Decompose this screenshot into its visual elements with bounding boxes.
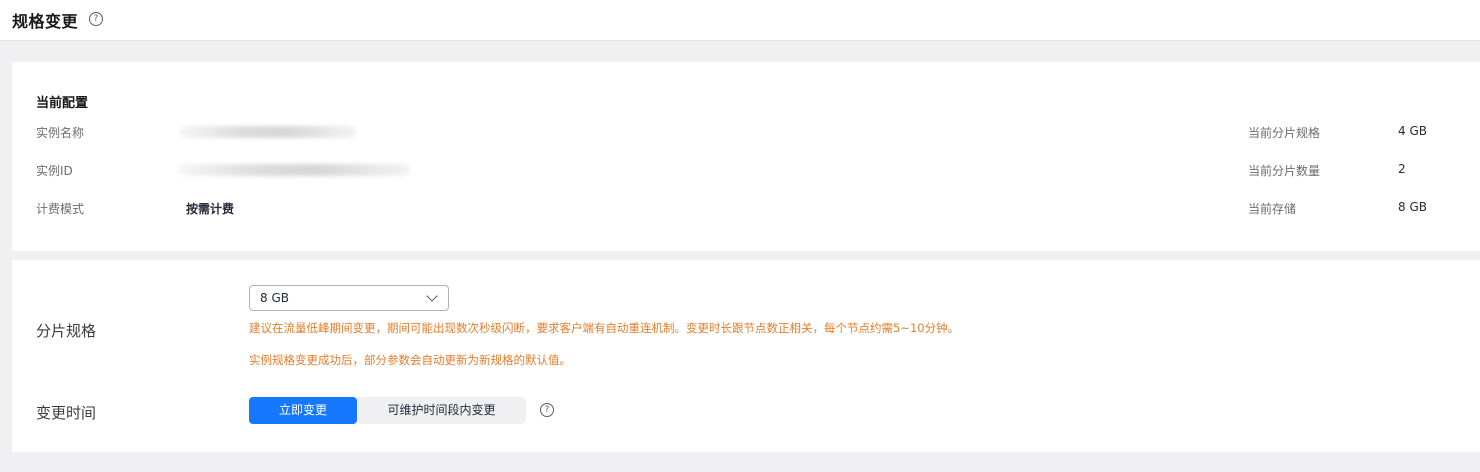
change-in-maintenance-window-button[interactable]: 可维护时间段内变更 [357, 397, 526, 424]
shard-spec-select[interactable]: 8 GB [249, 285, 449, 311]
change-now-button[interactable]: 立即变更 [249, 397, 357, 424]
current-shard-spec-value: 4 GB [1398, 124, 1427, 138]
current-shard-count-value: 2 [1398, 162, 1406, 176]
billing-mode-label: 计费模式 [36, 202, 85, 216]
warning-text-peak: 建议在流量低峰期间变更，期间可能出现数次秒级闪断，要求客户端有自动重连机制。变更… [249, 321, 960, 335]
change-time-label: 变更时间 [36, 404, 97, 422]
current-shard-count-label: 当前分片数量 [1248, 164, 1321, 178]
warning-text-defaults: 实例规格变更成功后，部分参数会自动更新为新规格的默认值。 [249, 353, 571, 367]
instance-name-label: 实例名称 [36, 126, 85, 140]
help-icon[interactable]: ? [89, 12, 103, 26]
chevron-down-icon [426, 290, 438, 302]
instance-name-value-blurred [180, 126, 356, 138]
current-config-card: 当前配置 实例名称 实例ID 计费模式 按需计费 当前分片规格 4 GB 当前分… [12, 62, 1480, 251]
shard-spec-label: 分片规格 [36, 322, 97, 340]
page-header: 规格变更 ? [0, 0, 1480, 41]
change-form-card: 分片规格 8 GB 建议在流量低峰期间变更，期间可能出现数次秒级闪断，要求客户端… [12, 260, 1480, 452]
section-title-current-config: 当前配置 [36, 96, 89, 111]
current-shard-spec-label: 当前分片规格 [1248, 126, 1321, 140]
current-storage-label: 当前存储 [1248, 202, 1297, 216]
page-title: 规格变更 [12, 12, 79, 31]
current-storage-value: 8 GB [1398, 200, 1427, 214]
shard-spec-selected-value: 8 GB [260, 291, 289, 305]
instance-id-value-blurred [178, 164, 410, 176]
help-icon[interactable]: ? [540, 403, 554, 417]
instance-id-label: 实例ID [36, 164, 73, 178]
billing-mode-value: 按需计费 [186, 202, 235, 216]
